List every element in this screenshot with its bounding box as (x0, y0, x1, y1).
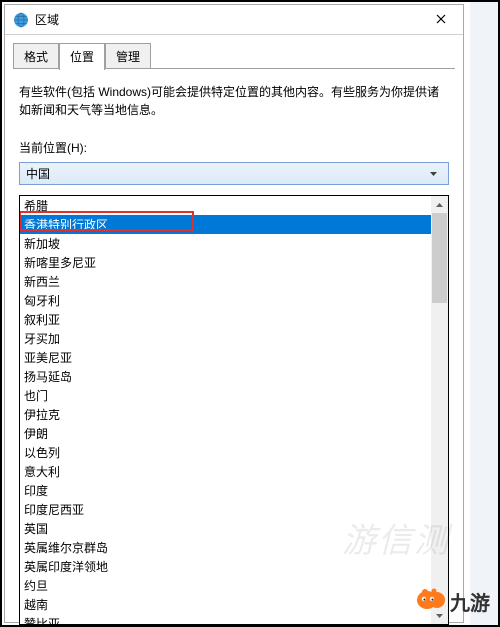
logo-icon (416, 585, 446, 617)
dropdown-item[interactable]: 印度尼西亚 (20, 500, 431, 519)
dropdown-item[interactable]: 赞比亚 (20, 614, 431, 624)
globe-icon (13, 12, 29, 28)
dropdown-item[interactable]: 越南 (20, 595, 431, 614)
scroll-up-button[interactable] (431, 196, 448, 213)
description-text: 有些软件(包括 Windows)可能会提供特定位置的其他内容。有些服务为你提供诸… (19, 83, 449, 119)
dropdown-item[interactable]: 也门 (20, 386, 431, 405)
dropdown-item[interactable]: 英属维尔京群岛 (20, 538, 431, 557)
current-location-label: 当前位置(H): (19, 139, 449, 156)
brand-logo: 九游 (416, 585, 490, 617)
dropdown-item[interactable]: 匈牙利 (20, 291, 431, 310)
scrollbar[interactable] (431, 196, 448, 624)
tab-location[interactable]: 位置 (59, 43, 105, 70)
dropdown-item[interactable]: 新西兰 (20, 272, 431, 291)
scrollbar-thumb[interactable] (432, 213, 447, 303)
dropdown-item[interactable]: 印度 (20, 481, 431, 500)
location-combobox[interactable]: 中国 (19, 162, 449, 185)
dropdown-item[interactable]: 约旦 (20, 576, 431, 595)
dropdown-item[interactable]: 牙买加 (20, 329, 431, 348)
window-title: 区域 (35, 11, 418, 28)
dropdown-item[interactable]: 英国 (20, 519, 431, 538)
tab-admin[interactable]: 管理 (105, 43, 151, 69)
chevron-down-icon (425, 172, 442, 176)
dropdown-item[interactable]: 希腊 (20, 196, 431, 215)
titlebar: 区域 (5, 5, 463, 35)
dropdown-item[interactable]: 香港特别行政区 (20, 215, 431, 234)
tab-content: 有些软件(包括 Windows)可能会提供特定位置的其他内容。有些服务为你提供诸… (5, 69, 463, 199)
right-strip-bg (470, 0, 500, 627)
dropdown-item[interactable]: 伊拉克 (20, 405, 431, 424)
region-dialog: 区域 格式 位置 管理 有些软件(包括 Windows)可能会提供特定位置的其他… (4, 4, 464, 623)
dropdown-item[interactable]: 以色列 (20, 443, 431, 462)
dropdown-item[interactable]: 亚美尼亚 (20, 348, 431, 367)
dropdown-item[interactable]: 扬马延岛 (20, 367, 431, 386)
combo-selected-text: 中国 (26, 165, 425, 182)
dropdown-item[interactable]: 意大利 (20, 462, 431, 481)
dropdown-item[interactable]: 新加坡 (20, 234, 431, 253)
tab-format[interactable]: 格式 (13, 43, 59, 69)
dropdown-item[interactable]: 叙利亚 (20, 310, 431, 329)
tab-bar: 格式 位置 管理 (5, 35, 463, 69)
logo-text: 九游 (450, 587, 490, 616)
dropdown-item[interactable]: 英属印度洋领地 (20, 557, 431, 576)
location-dropdown: 希腊香港特别行政区新加坡新喀里多尼亚新西兰匈牙利叙利亚牙买加亚美尼亚扬马延岛也门… (19, 195, 449, 625)
close-icon (436, 11, 446, 29)
dropdown-list: 希腊香港特别行政区新加坡新喀里多尼亚新西兰匈牙利叙利亚牙买加亚美尼亚扬马延岛也门… (20, 196, 431, 624)
dropdown-item[interactable]: 伊朗 (20, 424, 431, 443)
close-button[interactable] (418, 5, 463, 34)
dropdown-item[interactable]: 新喀里多尼亚 (20, 253, 431, 272)
